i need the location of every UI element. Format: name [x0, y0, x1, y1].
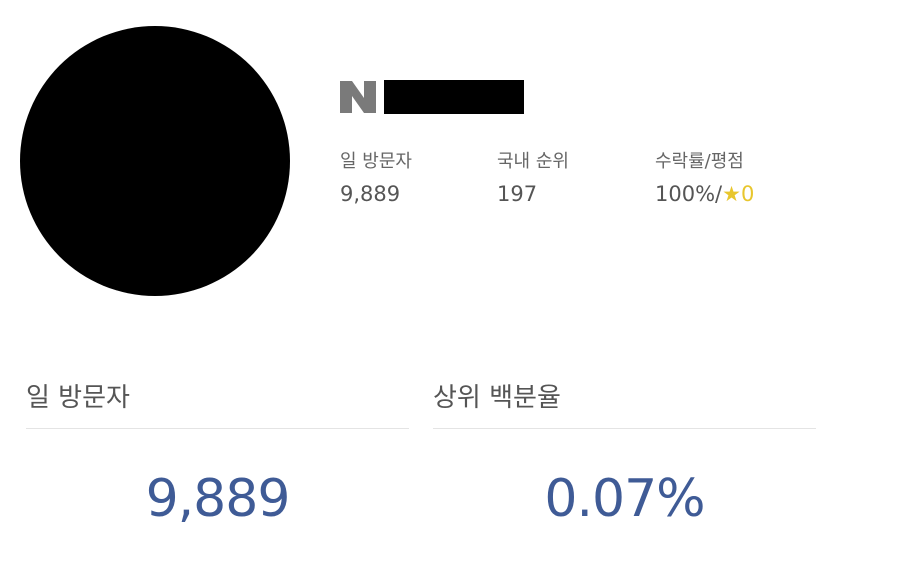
daily-visitors-panel: 일 방문자 9,889: [26, 378, 409, 529]
stat-domestic-rank: 국내 순위 197: [497, 150, 569, 208]
top-percentile-panel: 상위 백분율 0.07%: [433, 378, 816, 529]
avatar: [20, 26, 290, 296]
stat-label: 일 방문자: [340, 151, 412, 172]
stat-value: 197: [497, 182, 538, 206]
stat-daily-visitors: 일 방문자 9,889: [340, 150, 412, 208]
panel-title: 일 방문자: [26, 383, 130, 413]
profile-name-redacted: [384, 80, 524, 114]
rating-score: 0: [740, 182, 755, 206]
stat-value: 9,889: [340, 182, 401, 206]
stat-value: 100%/★0: [655, 180, 754, 208]
panel-value: 9,889: [145, 469, 291, 529]
star-icon: ★: [722, 182, 741, 206]
divider: [26, 428, 409, 429]
profile-header: [340, 80, 524, 114]
divider: [433, 428, 816, 429]
panel-title: 상위 백분율: [433, 383, 561, 413]
naver-n-logo-icon: [340, 81, 376, 113]
panel-value: 0.07%: [544, 469, 705, 529]
acceptance-rate: 100%/: [655, 182, 723, 206]
stat-acceptance-rating: 수락률/평점 100%/★0: [655, 150, 754, 208]
stat-label: 국내 순위: [497, 151, 569, 172]
stat-label: 수락률/평점: [655, 151, 744, 172]
